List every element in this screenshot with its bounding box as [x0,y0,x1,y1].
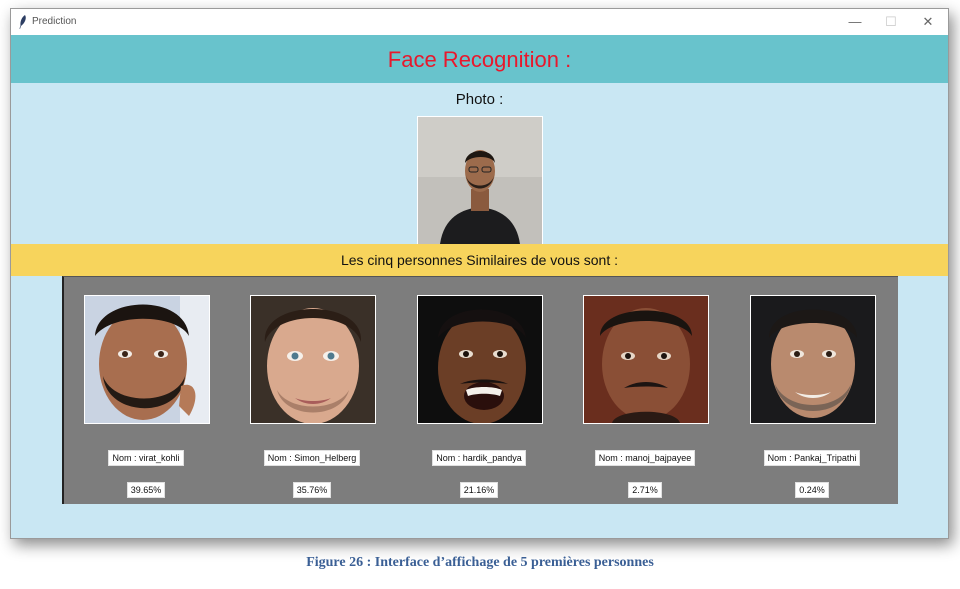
result-name: Nom : Pankaj_Tripathi [763,450,861,466]
face-image [417,295,543,424]
similar-band: Les cinq personnes Similaires de vous so… [11,244,948,276]
minimize-button[interactable]: — [837,9,873,35]
result-name: Nom : manoj_bajpayee [594,450,696,466]
page-title: Face Recognition : [387,47,572,72]
photo-label: Photo : [455,91,504,108]
prediction-window: Prediction — ☐ ✕ Face Recognition : Phot… [10,8,949,539]
result-card: Nom : hardik_pandya 21.16% [397,277,557,504]
face-image [250,295,376,424]
result-name: Nom : Simon_Helberg [263,450,361,466]
window-title: Prediction [32,16,77,27]
face-image [750,295,876,424]
similar-heading: Les cinq personnes Similaires de vous so… [340,252,619,268]
title-bar[interactable]: Prediction — ☐ ✕ [11,9,948,36]
feather-icon [19,15,26,29]
result-card: Nom : Pankaj_Tripathi 0.24% [730,277,890,504]
result-score: 39.65% [126,482,166,498]
result-card: Nom : virat_kohli 39.65% [64,277,224,504]
result-name: Nom : hardik_pandya [432,450,526,466]
result-score: 0.24% [795,482,829,498]
face-image [84,295,210,424]
close-button[interactable]: ✕ [910,9,946,35]
header-bar: Face Recognition : [11,35,948,83]
result-name: Nom : virat_kohli [108,450,184,466]
user-photo [417,116,543,245]
result-score: 35.76% [292,482,332,498]
result-score: 2.71% [628,482,662,498]
result-score: 21.16% [459,482,499,498]
result-card: Nom : Simon_Helberg 35.76% [230,277,390,504]
result-card: Nom : manoj_bajpayee 2.71% [563,277,723,504]
results-panel: Nom : virat_kohli 39.65% Nom : Simon_Hel… [62,276,898,504]
maximize-button[interactable]: ☐ [873,9,909,35]
face-image [583,295,709,424]
figure-caption: Figure 26 : Interface d’affichage de 5 p… [306,555,654,570]
